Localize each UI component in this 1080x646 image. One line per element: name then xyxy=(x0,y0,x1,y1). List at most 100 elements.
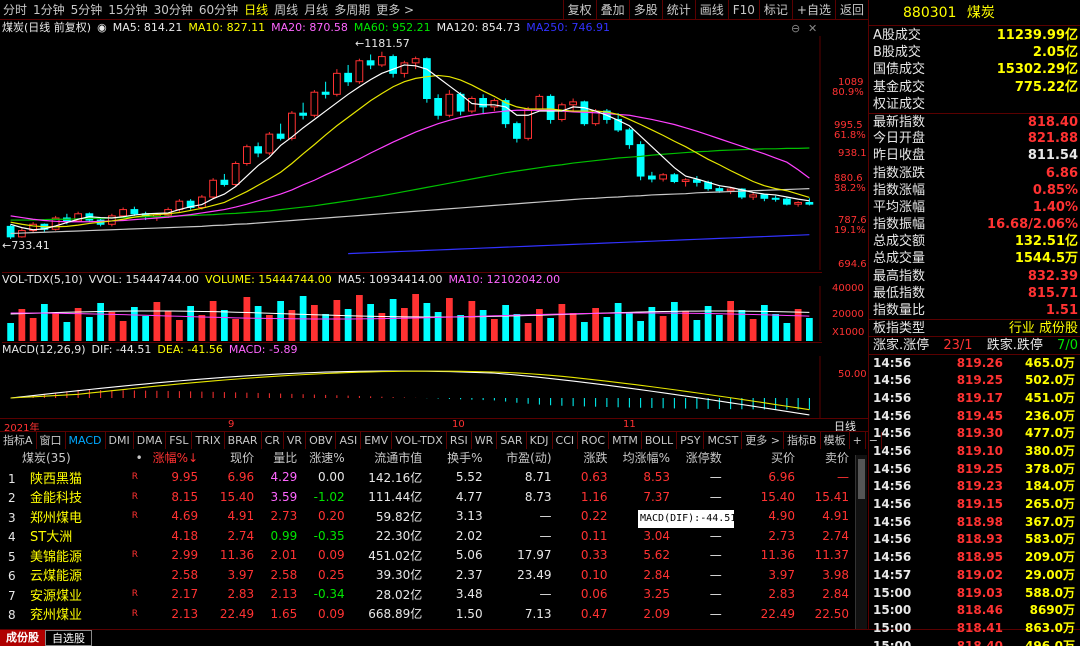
stock-name[interactable]: 美锦能源 xyxy=(30,550,82,565)
f10-button[interactable]: F10 xyxy=(727,0,759,20)
table-row[interactable]: 7 安源煤业 R 2.17 2.83 2.13 -0.34 28.02亿 3.48 — 0.06 3.… xyxy=(0,585,855,605)
cell-涨幅%↓: 2.17 xyxy=(171,587,199,602)
indicator-tab-12[interactable]: EMV xyxy=(361,431,393,449)
table-row[interactable]: 2 金能科技 R 8.15 15.40 3.59 -1.02 111.44亿 4.77 8.73 1… xyxy=(0,487,855,507)
col-header-10[interactable]: 均涨幅% xyxy=(614,448,676,468)
table-row[interactable]: 1 陕西黑猫 R 9.95 6.96 4.29 0.00 142.16亿 5.52 8.71 0.6… xyxy=(0,468,855,488)
col-header-11[interactable]: 涨停数 xyxy=(676,448,728,468)
tick-price: 819.03 xyxy=(956,585,1003,600)
period-tab-multi[interactable]: 多周期 xyxy=(331,0,373,20)
period-tab-more[interactable]: 更多 > xyxy=(373,0,417,20)
multi-stock-button[interactable]: 多股 xyxy=(628,0,662,20)
col-header-6[interactable]: 流通市值 xyxy=(351,448,429,468)
table-row[interactable]: 6 云煤能源 2.58 3.97 2.58 0.25 39.30亿 2.37 23.49 0.10… xyxy=(0,565,855,585)
indicator-tab-13[interactable]: VOL-TDX xyxy=(392,431,447,449)
col-header-13[interactable]: 卖价 xyxy=(801,448,855,468)
indicator-tab-10[interactable]: OBV xyxy=(306,431,337,449)
period-tab-daily[interactable]: 日线 xyxy=(241,0,271,20)
cell-涨幅%↓: 8.15 xyxy=(171,489,199,504)
indicator-tab-4[interactable]: DMA xyxy=(134,431,167,449)
indicator-tab-23[interactable]: MCST xyxy=(704,431,743,449)
table-row[interactable]: 8 兖州煤业 R 2.13 22.49 1.65 0.09 668.89亿 1.50 7.13 0.… xyxy=(0,604,855,624)
stock-name[interactable]: ST大洲 xyxy=(30,530,72,545)
statistics-button[interactable]: 统计 xyxy=(661,0,695,20)
stock-name[interactable]: 云煤能源 xyxy=(30,569,82,584)
stock-name[interactable]: 兖州煤业 xyxy=(30,608,82,623)
indicator-tab-11[interactable]: ASI xyxy=(336,431,362,449)
back-button[interactable]: 返回 xyxy=(834,0,868,20)
col-header-9[interactable]: 涨跌 xyxy=(558,448,614,468)
ma-line xyxy=(10,109,810,223)
stock-name[interactable]: 陕西黑猫 xyxy=(30,472,82,487)
tick-row: 14:56 819.17 451.0万 xyxy=(869,390,1080,408)
indicator-tab-9[interactable]: VR xyxy=(284,431,307,449)
indicator-tab-26[interactable]: 模板 xyxy=(821,431,850,449)
indicator-tab-0[interactable]: 指标A xyxy=(0,431,37,449)
indicator-tab-21[interactable]: BOLL xyxy=(642,431,678,449)
vol-ma5-line xyxy=(10,310,810,318)
scrollbar-thumb[interactable] xyxy=(858,459,865,499)
table-row[interactable]: 4 ST大洲 4.18 2.74 0.99 -0.35 22.30亿 2.02 — 0.11 3.0… xyxy=(0,526,855,546)
date-nov: 11 xyxy=(623,419,636,430)
indicator-tab-17[interactable]: KDJ xyxy=(527,431,553,449)
indicator-tab-15[interactable]: WR xyxy=(472,431,498,449)
close-icon[interactable]: ✕ xyxy=(808,22,817,35)
col-header-2[interactable]: 涨幅%↓ xyxy=(149,448,204,468)
table-row[interactable]: 5 美锦能源 R 2.99 11.36 2.01 0.09 451.02亿 5.06 17.97 0… xyxy=(0,546,855,566)
minimize-icon[interactable]: ⊖ xyxy=(791,22,800,35)
candlestick-chart[interactable] xyxy=(0,36,868,270)
indicator-tab-27[interactable]: + xyxy=(850,431,866,449)
period-tab-5min[interactable]: 5分钟 xyxy=(68,0,106,20)
volume-bar xyxy=(322,314,329,341)
col-header-3[interactable]: 现价 xyxy=(204,448,260,468)
col-header-8[interactable]: 市盈(动) xyxy=(489,448,558,468)
period-tab-30min[interactable]: 30分钟 xyxy=(151,0,196,20)
indicator-tab-19[interactable]: ROC xyxy=(578,431,610,449)
overlay-button[interactable]: 叠加 xyxy=(595,0,629,20)
period-tab-60min[interactable]: 60分钟 xyxy=(196,0,241,20)
indicator-tab-7[interactable]: BRAR xyxy=(225,431,262,449)
indicator-tab-8[interactable]: CR xyxy=(262,431,284,449)
period-tab-monthly[interactable]: 月线 xyxy=(301,0,331,20)
settings-dot-icon[interactable]: ◉ xyxy=(97,21,107,35)
table-scrollbar[interactable] xyxy=(855,455,867,629)
col-header-12[interactable]: 买价 xyxy=(728,448,801,468)
indicator-tab-1[interactable]: 窗口 xyxy=(37,431,66,449)
col-header-7[interactable]: 换手% xyxy=(428,448,488,468)
fuquan-button[interactable]: 复权 xyxy=(562,0,596,20)
indicator-tab-22[interactable]: PSY xyxy=(677,431,705,449)
stock-table: 煤炭(35) • 涨幅%↓ 现价 量比 涨速% 流通市值 换手% 市盈(动) 涨跌 均涨幅% 涨停数买… xyxy=(0,448,855,629)
tick-volume: 588.0万 xyxy=(1025,585,1075,600)
col-header-0[interactable]: 煤炭(35) xyxy=(0,448,127,468)
col-header-4[interactable]: 量比 xyxy=(260,448,303,468)
macd-chart[interactable] xyxy=(0,356,868,418)
mark-button[interactable]: 标记 xyxy=(758,0,792,20)
period-tab-15min[interactable]: 15分钟 xyxy=(105,0,150,20)
indicator-tab-20[interactable]: MTM xyxy=(609,431,642,449)
stock-name[interactable]: 安源煤业 xyxy=(30,589,82,604)
period-tab-weekly[interactable]: 周线 xyxy=(271,0,301,20)
candle-body xyxy=(558,104,566,120)
indicator-tab-5[interactable]: FSL xyxy=(166,431,193,449)
add-favorite-button[interactable]: +自选 xyxy=(791,0,835,20)
indicator-tab-18[interactable]: CCI xyxy=(553,431,579,449)
indicator-tab-25[interactable]: 指标B xyxy=(784,431,821,449)
indicator-tab-2[interactable]: MACD xyxy=(66,431,106,449)
tab-favorites[interactable]: 自选股 xyxy=(45,630,92,646)
indicator-tab-14[interactable]: RSI xyxy=(447,431,472,449)
indicator-tab-24[interactable]: 更多 > xyxy=(742,431,785,449)
period-tab-fenshi[interactable]: 分时 xyxy=(0,0,30,20)
stock-name[interactable]: 金能科技 xyxy=(30,491,82,506)
indicator-tab-16[interactable]: SAR xyxy=(497,431,527,449)
tab-constituents[interactable]: 成份股 xyxy=(0,630,45,646)
draw-line-button[interactable]: 画线 xyxy=(694,0,728,20)
volume-chart[interactable] xyxy=(0,286,868,341)
period-tab-1min[interactable]: 1分钟 xyxy=(30,0,68,20)
cell-涨跌: 0.10 xyxy=(580,567,608,582)
indicator-tab-6[interactable]: TRIX xyxy=(192,431,225,449)
col-header-5[interactable]: 涨速% xyxy=(303,448,350,468)
cell-市盈(动): 17.97 xyxy=(517,548,552,563)
indicator-tab-3[interactable]: DMI xyxy=(106,431,134,449)
col-header-1[interactable]: • xyxy=(127,448,149,468)
stock-name[interactable]: 郑州煤电 xyxy=(30,511,82,526)
